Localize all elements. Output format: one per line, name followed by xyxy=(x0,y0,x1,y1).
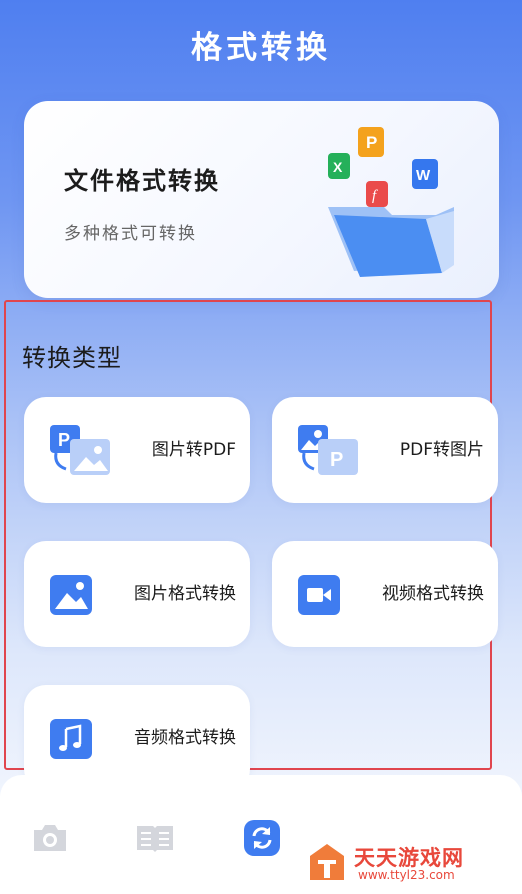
documents-folder-icon: P X W f xyxy=(328,127,454,277)
banner-title: 文件格式转换 xyxy=(64,167,220,195)
file-format-convert-banner[interactable]: 文件格式转换 多种格式可转换 P X W f xyxy=(24,101,499,298)
pdf-to-image-icon: P xyxy=(298,425,358,475)
watermark-url: www.ttyl23.com xyxy=(358,868,455,882)
svg-text:W: W xyxy=(416,167,431,184)
watermark-logo-icon xyxy=(310,844,344,880)
card-label: 图片格式转换 xyxy=(134,584,236,604)
card-label: PDF转图片 xyxy=(399,440,484,460)
svg-text:P: P xyxy=(366,133,377,152)
svg-text:P: P xyxy=(58,430,70,450)
image-to-pdf-card[interactable]: P 图片转PDF xyxy=(24,397,250,503)
camera-icon[interactable] xyxy=(30,818,70,858)
book-icon[interactable] xyxy=(135,818,175,858)
image-format-convert-card[interactable]: 图片格式转换 xyxy=(24,541,250,647)
video-format-convert-card[interactable]: 视频格式转换 xyxy=(272,541,498,647)
music-note-icon xyxy=(50,719,92,759)
convert-icon[interactable] xyxy=(242,818,282,858)
image-icon xyxy=(50,575,92,615)
banner-subtitle: 多种格式可转换 xyxy=(64,224,197,244)
video-camera-icon xyxy=(298,575,340,615)
pdf-to-image-card[interactable]: P PDF转图片 xyxy=(272,397,498,503)
page-title: 格式转换 xyxy=(191,30,331,66)
watermark: 天天游戏网 www.ttyl23.com xyxy=(302,840,517,884)
svg-text:X: X xyxy=(333,159,343,175)
section-title: 转换类型 xyxy=(22,344,122,372)
card-label: 视频格式转换 xyxy=(382,584,484,604)
image-to-pdf-icon: P xyxy=(50,425,110,475)
card-label: 图片转PDF xyxy=(151,440,236,460)
svg-text:P: P xyxy=(330,449,343,471)
